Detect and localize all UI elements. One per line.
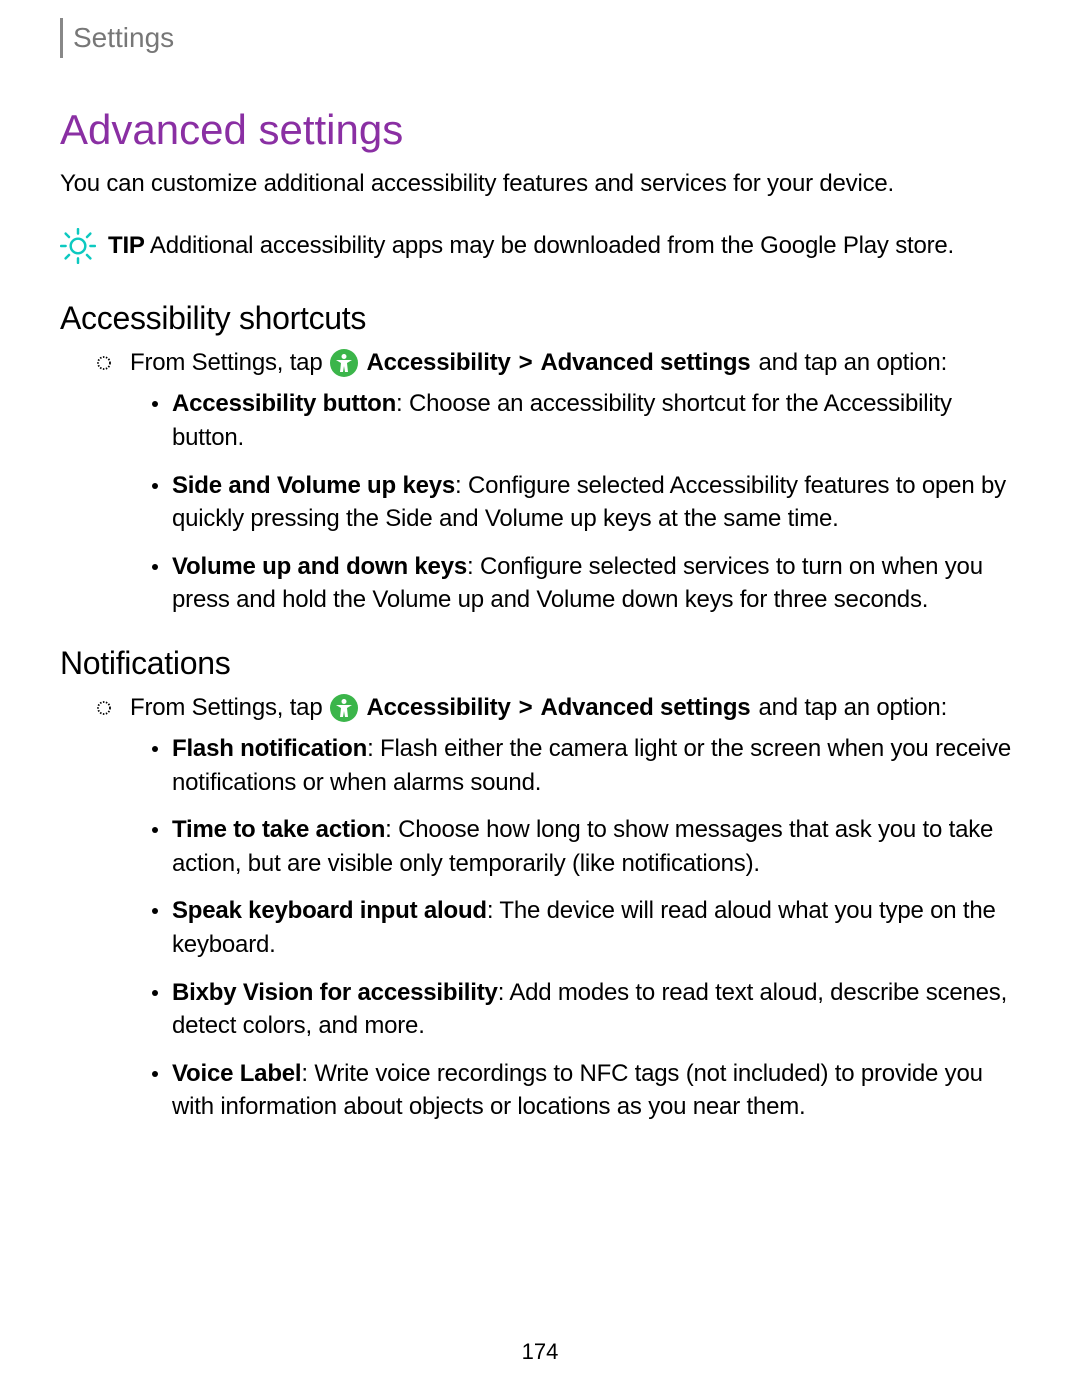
step-prefix: From Settings, tap <box>130 694 322 722</box>
intro-paragraph: You can customize additional accessibili… <box>60 168 1020 200</box>
step-suffix: and tap an option: <box>758 694 947 722</box>
item-title: Time to take action <box>172 816 385 843</box>
step-path-1: Accessibility <box>366 694 510 722</box>
bullet-icon <box>152 1071 158 1077</box>
tip-label: TIP <box>108 232 145 259</box>
list-item: Side and Volume up keys: Configure selec… <box>152 469 1020 536</box>
lightbulb-icon <box>60 228 96 264</box>
step-separator: > <box>519 349 533 377</box>
list-item: Bixby Vision for accessibility: Add mode… <box>152 976 1020 1043</box>
bullet-icon <box>152 483 158 489</box>
tip-body: Additional accessibility apps may be dow… <box>150 232 954 259</box>
accessibility-icon <box>330 349 358 377</box>
page-title: Advanced settings <box>60 106 1020 154</box>
notifications-list: Flash notification: Flash either the cam… <box>152 732 1020 1124</box>
tip-text: TIP Additional accessibility apps may be… <box>108 232 954 260</box>
list-item: Accessibility button: Choose an accessib… <box>152 387 1020 454</box>
list-item: Flash notification: Flash either the cam… <box>152 732 1020 799</box>
breadcrumb: Settings <box>60 18 1020 58</box>
item-title: Speak keyboard input aloud <box>172 897 487 924</box>
shortcuts-list: Accessibility button: Choose an accessib… <box>152 387 1020 617</box>
bullet-icon <box>152 401 158 407</box>
page-number: 174 <box>0 1339 1080 1365</box>
item-title: Volume up and down keys <box>172 553 467 580</box>
list-item: Volume up and down keys: Configure selec… <box>152 550 1020 617</box>
ring-bullet-icon <box>96 700 112 716</box>
step-path-1: Accessibility <box>366 349 510 377</box>
bullet-icon <box>152 564 158 570</box>
list-item: Speak keyboard input aloud: The device w… <box>152 894 1020 961</box>
section-heading-notifications: Notifications <box>60 645 1020 682</box>
accessibility-icon <box>330 694 358 722</box>
tip-callout: TIP Additional accessibility apps may be… <box>60 228 1020 264</box>
bullet-icon <box>152 746 158 752</box>
list-item: Time to take action: Choose how long to … <box>152 813 1020 880</box>
item-title: Bixby Vision for accessibility <box>172 979 498 1006</box>
bullet-icon <box>152 990 158 996</box>
breadcrumb-text: Settings <box>73 22 174 54</box>
step-instruction-notifications: From Settings, tap Accessibility > Advan… <box>96 694 1020 722</box>
step-instruction-shortcuts: From Settings, tap Accessibility > Advan… <box>96 349 1020 377</box>
step-suffix: and tap an option: <box>758 349 947 377</box>
item-title: Accessibility button <box>172 390 396 417</box>
item-title: Voice Label <box>172 1060 301 1087</box>
section-heading-shortcuts: Accessibility shortcuts <box>60 300 1020 337</box>
list-item: Voice Label: Write voice recordings to N… <box>152 1057 1020 1124</box>
step-separator: > <box>519 694 533 722</box>
step-path-2: Advanced settings <box>540 349 750 377</box>
step-path-2: Advanced settings <box>540 694 750 722</box>
item-title: Flash notification <box>172 735 367 762</box>
bullet-icon <box>152 827 158 833</box>
ring-bullet-icon <box>96 355 112 371</box>
bullet-icon <box>152 908 158 914</box>
item-title: Side and Volume up keys <box>172 472 455 499</box>
step-prefix: From Settings, tap <box>130 349 322 377</box>
breadcrumb-bar <box>60 18 63 58</box>
